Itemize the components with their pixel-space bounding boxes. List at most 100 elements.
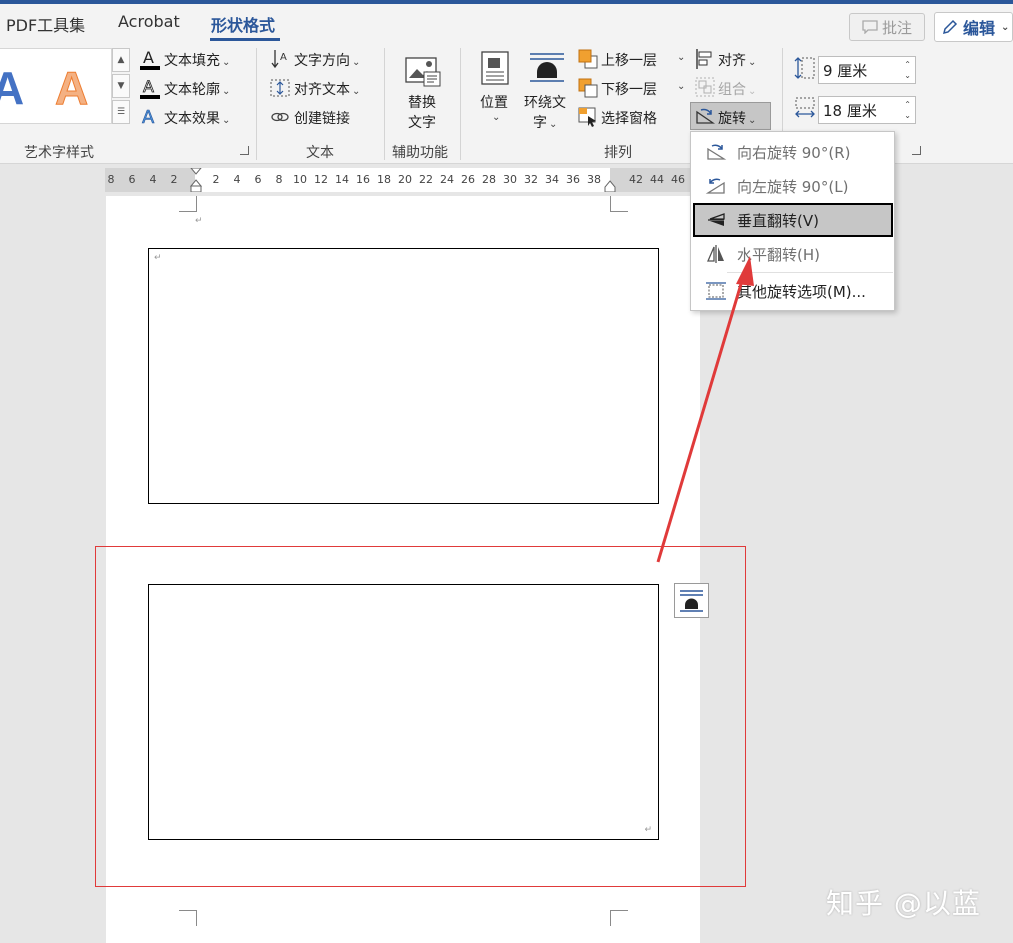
ruler-number: 22 <box>419 173 433 186</box>
annotation-highlight-box <box>95 546 746 887</box>
indent-marker[interactable] <box>189 168 203 192</box>
ruler-number: 18 <box>377 173 391 186</box>
menu-label: 垂直翻转(V) <box>737 211 819 230</box>
right-indent-marker[interactable] <box>603 180 617 192</box>
group-button[interactable]: 组合 ⌄ <box>718 79 756 99</box>
accessibility-group-label: 辅助功能 <box>392 145 448 161</box>
ruler-number: 20 <box>398 173 412 186</box>
chevron-down-icon: ⌄ <box>492 112 501 123</box>
ruler-number: 8 <box>275 173 283 186</box>
shape-height-icon <box>794 57 815 79</box>
text-fill-button[interactable]: 文本填充 ⌄ <box>164 50 230 70</box>
crop-mark <box>610 196 628 212</box>
rotate-icon <box>696 108 715 124</box>
annotation-arrow <box>656 256 754 563</box>
watermark: 知乎 @以蓝 <box>826 887 981 920</box>
align-text-button[interactable]: 对齐文本 ⌄ <box>294 79 360 99</box>
bring-forward-button[interactable]: 上移一层 <box>601 50 657 70</box>
menu-item-flip-vertical[interactable]: 垂直翻转(V) <box>693 203 893 237</box>
chevron-down-icon: ⌄ <box>677 81 686 92</box>
wordart-sample-orange[interactable]: A <box>54 61 88 115</box>
text-effects-icon: A <box>142 107 156 126</box>
comment-label: 批注 <box>881 18 912 37</box>
shape-width-icon <box>795 97 815 118</box>
alt-text-label-line1[interactable]: 替换 <box>408 92 436 112</box>
shape-width-value: 18 厘米 <box>823 101 877 120</box>
create-link-button[interactable]: 创建链接 <box>294 108 350 128</box>
ruler-number: 16 <box>356 173 370 186</box>
ruler-number: 4 <box>149 173 157 186</box>
wrap-text-icon <box>530 53 564 82</box>
ribbon-tab-bar: PDF工具集 Acrobat 形状格式 批注 编辑 ⌄ <box>0 4 1013 42</box>
ruler-number: 46 <box>671 173 685 186</box>
tab-shape-format[interactable]: 形状格式 <box>211 12 275 36</box>
shape-width-input[interactable]: 18 厘米 ⌃ ⌄ <box>818 96 916 124</box>
wordart-gallery[interactable]: A A <box>0 48 112 124</box>
ruler-number: 36 <box>566 173 580 186</box>
size-dialog-launcher[interactable] <box>912 146 921 155</box>
rotate-right-icon <box>707 144 727 160</box>
ruler-number: 42 <box>629 173 643 186</box>
comment-button[interactable]: 批注 <box>849 13 925 41</box>
text-effects-button[interactable]: 文本效果 ⌄ <box>164 108 230 128</box>
ruler-number: 2 <box>170 173 178 186</box>
rotate-button[interactable]: 旋转 ⌄ <box>718 108 756 128</box>
active-tab-indicator <box>210 38 280 41</box>
text-fill-icon: A <box>140 48 160 70</box>
edit-mode-button[interactable]: 编辑 ⌄ <box>934 12 1013 42</box>
ruler-number: 4 <box>233 173 241 186</box>
selection-pane-button[interactable]: 选择窗格 <box>601 108 657 128</box>
chevron-down-icon: ⌄ <box>677 52 686 63</box>
alt-text-label-line2[interactable]: 文字 <box>408 112 436 132</box>
wordart-dialog-launcher[interactable] <box>240 146 249 155</box>
wordart-group-label: 艺术字样式 <box>24 145 94 161</box>
ruler-number: 28 <box>482 173 496 186</box>
svg-text:A: A <box>143 77 154 96</box>
ruler-number: 10 <box>293 173 307 186</box>
tab-acrobat[interactable]: Acrobat <box>118 12 180 31</box>
align-text-icon <box>270 79 290 97</box>
text-outline-icon: A <box>140 77 160 99</box>
svg-text:A: A <box>143 48 154 67</box>
edit-label: 编辑 <box>963 19 996 38</box>
ruler-number: 6 <box>254 173 262 186</box>
width-spinner[interactable]: ⌃ ⌄ <box>904 99 911 121</box>
wrap-text-label-line2[interactable]: 字 ⌄ <box>533 112 557 132</box>
gallery-scroll-down[interactable]: ▼ <box>112 74 130 98</box>
arrange-group-label: 排列 <box>604 145 632 161</box>
menu-label: 向右旋转 90°(R) <box>737 143 851 162</box>
flip-vertical-icon <box>708 213 725 226</box>
height-spinner[interactable]: ⌃ ⌄ <box>904 59 911 81</box>
ruler-number: 8 <box>107 173 115 186</box>
selection-pane-icon <box>578 107 596 127</box>
gallery-scroll-up[interactable]: ▲ <box>112 48 130 72</box>
menu-item-rotate-left[interactable]: 向左旋转 90°(L) <box>693 170 893 202</box>
shape-height-input[interactable]: 9 厘米 ⌃ ⌄ <box>818 56 916 84</box>
text-group-label: 文本 <box>306 145 334 161</box>
alt-text-icon <box>405 57 441 87</box>
text-outline-button[interactable]: 文本轮廓 ⌄ <box>164 79 230 99</box>
crop-mark <box>179 910 197 926</box>
text-direction-button[interactable]: 文字方向 ⌄ <box>294 50 360 70</box>
menu-item-rotate-right[interactable]: 向右旋转 90°(R) <box>693 136 893 168</box>
ruler-number: 26 <box>461 173 475 186</box>
text-direction-icon: A <box>271 50 287 69</box>
svg-text:A: A <box>280 52 287 63</box>
ruler-number: 12 <box>314 173 328 186</box>
group-divider <box>256 48 257 160</box>
position-icon <box>481 51 509 85</box>
gallery-expand[interactable]: ☰ <box>112 100 130 124</box>
align-button[interactable]: 对齐 ⌄ <box>718 50 756 70</box>
ruler-number: 6 <box>128 173 136 186</box>
ruler-number: 34 <box>545 173 559 186</box>
rectangle-shape-top[interactable]: ↵ <box>148 248 659 504</box>
position-button[interactable]: 位置 <box>480 92 508 112</box>
tab-pdf-tools[interactable]: PDF工具集 <box>6 12 85 36</box>
bring-forward-icon <box>578 49 598 69</box>
ruler-number: 24 <box>440 173 454 186</box>
wordart-sample-blue[interactable]: A <box>0 61 24 115</box>
wrap-text-label-line1[interactable]: 环绕文 <box>524 92 566 112</box>
horizontal-ruler[interactable]: 8 6 4 2 2 4 6 8 10 12 14 16 18 20 22 24 … <box>105 168 700 192</box>
send-backward-button[interactable]: 下移一层 <box>601 79 657 99</box>
paragraph-mark: ↵ <box>195 216 203 226</box>
